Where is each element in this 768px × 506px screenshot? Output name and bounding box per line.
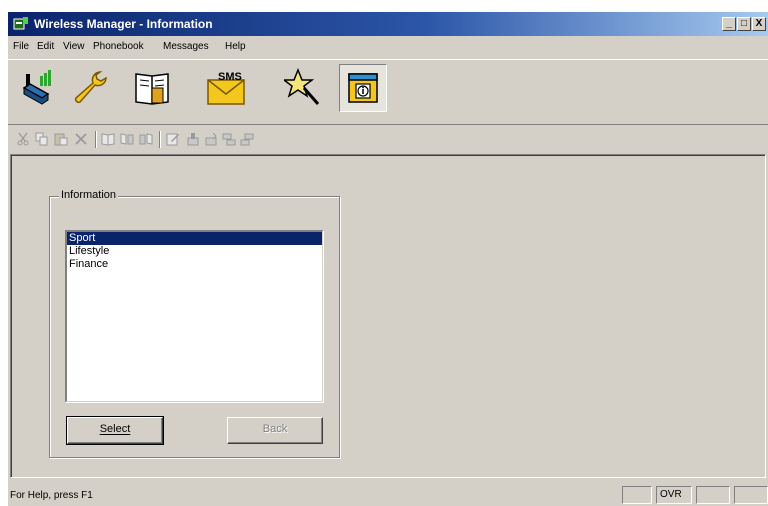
main-window: Wireless Manager - Information _ □ X Fil… [8,12,768,506]
title-bar[interactable]: Wireless Manager - Information _ □ X [8,12,768,36]
client-area: Information Sport Lifestyle Finance Sele… [10,154,766,478]
transfer-right-icon[interactable] [240,132,254,146]
cut-icon[interactable] [16,132,30,146]
menu-help[interactable]: Help [225,41,246,52]
download-icon[interactable] [204,132,218,146]
back-button-label: Back [262,423,288,435]
wrench-settings-icon[interactable] [70,68,110,108]
minimize-button[interactable]: _ [722,17,736,31]
menu-edit[interactable]: Edit [37,41,54,52]
list-item-finance[interactable]: Finance [67,258,322,271]
edit-icon[interactable] [166,132,180,146]
information-tool-button[interactable] [339,64,387,112]
status-pane-4 [734,486,768,504]
list-item-lifestyle[interactable]: Lifestyle [67,245,322,258]
copy-to-phone-icon[interactable] [120,132,134,146]
information-group-label: Information [59,189,119,201]
transfer-left-icon[interactable] [222,132,236,146]
information-window-icon [348,73,378,103]
delete-icon[interactable] [74,132,88,146]
status-help-text: For Help, press F1 [10,490,93,501]
sms-label: SMS [218,71,242,83]
main-toolbar: SMS [8,59,768,125]
list-item-sport[interactable]: Sport [67,232,322,245]
menu-view[interactable]: View [63,41,85,52]
back-button[interactable]: Back [227,417,323,444]
copy-from-phone-icon[interactable] [139,132,153,146]
close-button[interactable]: X [752,17,766,31]
phonebook-icon[interactable] [132,68,172,108]
edit-toolbar [8,127,768,151]
status-pane-3 [696,486,730,504]
select-button-label: Select [99,423,131,435]
menu-phonebook[interactable]: Phonebook [93,41,144,52]
select-button[interactable]: Select [66,416,164,445]
status-pane-1 [622,486,652,504]
client-inner-frame: Information Sport Lifestyle Finance Sele… [11,155,765,477]
app-phone-icon [13,17,28,30]
status-bar: For Help, press F1 OVR [8,484,768,506]
magic-wand-icon[interactable] [284,68,324,108]
window-title: Wireless Manager - Information [34,17,213,31]
upload-icon[interactable] [186,132,200,146]
copy-icon[interactable] [35,132,49,146]
toolbar-separator [159,131,161,148]
toolbar-separator [95,131,97,148]
phone-connect-icon[interactable] [18,68,58,108]
menu-file[interactable]: File [13,41,29,52]
information-listbox[interactable]: Sport Lifestyle Finance [65,230,323,402]
information-groupbox: Information Sport Lifestyle Finance Sele… [49,189,340,458]
menu-messages[interactable]: Messages [163,41,209,52]
menu-bar: File Edit View Phonebook Messages Help [8,38,768,56]
paste-icon[interactable] [54,132,68,146]
sms-envelope-icon[interactable]: SMS [206,68,246,108]
maximize-button[interactable]: □ [737,17,751,31]
status-pane-ovr: OVR [656,486,692,504]
phonebook-view-icon[interactable] [101,132,115,146]
